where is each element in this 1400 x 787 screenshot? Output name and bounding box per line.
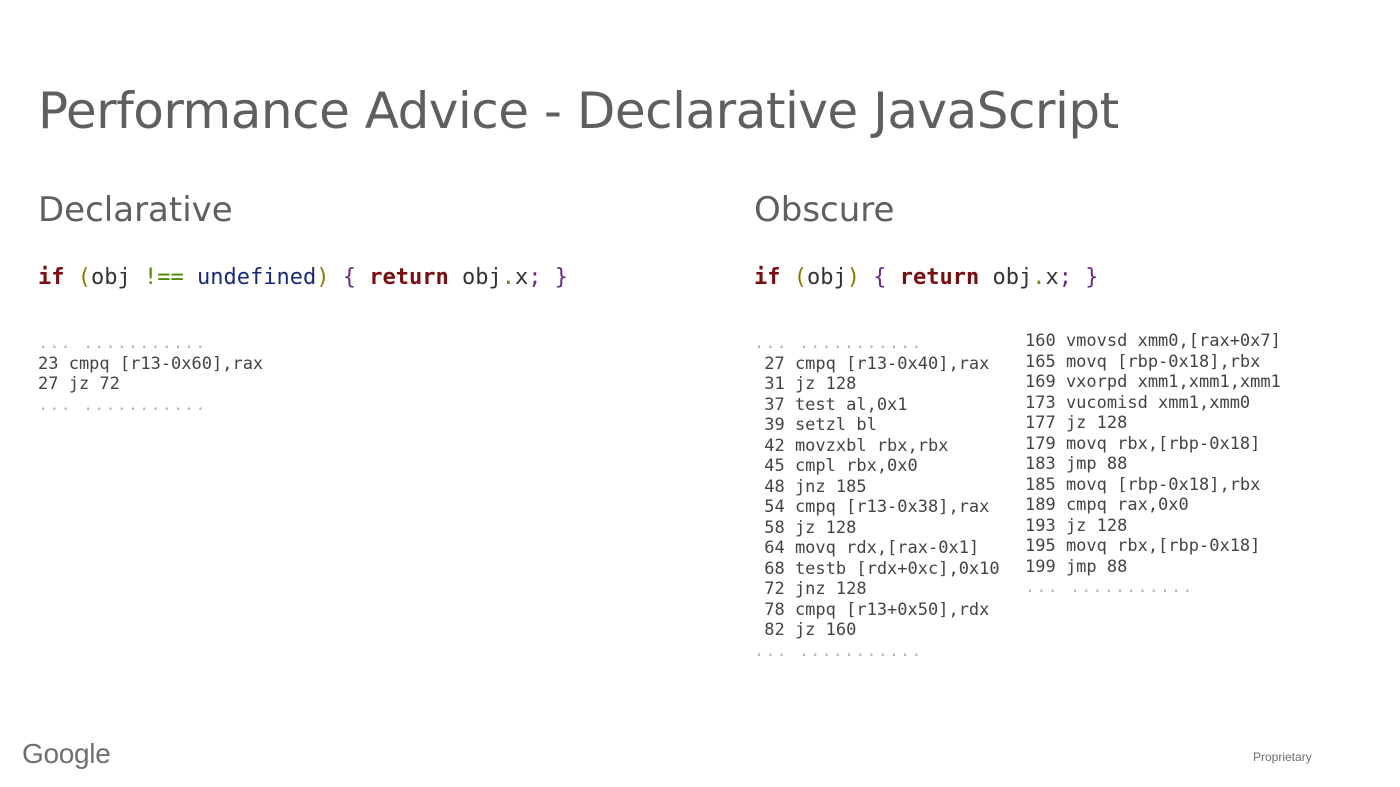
asm-line: 39 setzl bl	[754, 415, 877, 435]
slide-title: Performance Advice - Declarative JavaScr…	[38, 82, 1119, 140]
asm-line: 68 testb [rdx+0xc],0x10	[754, 558, 1000, 579]
asm-line: 173 vucomisd xmm1,xmm0	[1025, 392, 1251, 413]
code-brace: }	[554, 265, 568, 290]
asm-line: 165 movq [rbp-0x18],rbx	[1025, 351, 1261, 372]
asm-line: 64 movq rdx,[rax-0x1]	[754, 538, 980, 558]
asm-line: 37 test al,0x1	[754, 394, 908, 415]
code-identifier: obj	[807, 265, 847, 290]
code-keyword-return: return	[899, 265, 980, 290]
asm-line: 189 cmpq rax,0x0	[1025, 495, 1189, 515]
code-semicolon: ;	[528, 265, 542, 290]
declarative-heading: Declarative	[38, 190, 233, 230]
asm-line: 82 jz 160	[754, 620, 857, 640]
code-paren: )	[846, 265, 860, 290]
asm-line: 31 jz 128	[754, 374, 857, 394]
asm-line: 177 jz 128	[1025, 413, 1128, 433]
asm-line: 48 jnz 185	[754, 476, 867, 497]
asm-line: 23 cmpq [r13-0x60],rax	[38, 353, 264, 374]
obscure-code-line: if (obj) { return obj.x; }	[754, 265, 1098, 290]
asm-line: 78 cmpq [r13+0x50],rdx	[754, 599, 990, 620]
asm-line: 27 jz 72	[38, 374, 120, 394]
code-brace: {	[873, 265, 887, 290]
asm-line: 195 movq rbx,[rbp-0x18]	[1025, 536, 1261, 556]
code-literal: undefined	[197, 265, 317, 290]
obscure-asm-listing-col1: ... ........... 27 cmpq [r13-0x40],rax 3…	[754, 333, 1000, 661]
asm-line: 42 movzxbl rbx,rbx	[754, 435, 949, 456]
code-paren: )	[316, 265, 330, 290]
declarative-asm-listing: ... ........... 23 cmpq [r13-0x60],rax 27 …	[38, 333, 263, 415]
code-property: x	[514, 265, 529, 290]
asm-line: 199 jmp 88	[1025, 556, 1128, 577]
code-keyword-return: return	[369, 265, 449, 290]
asm-line: ... ...........	[38, 394, 207, 415]
declarative-code-line: if (obj !== undefined) { return obj.x; }	[38, 265, 568, 290]
code-paren: (	[77, 265, 91, 290]
asm-line: ... ...........	[1025, 577, 1194, 597]
code-semicolon: ;	[1058, 265, 1072, 290]
obscure-heading: Obscure	[754, 190, 895, 230]
asm-line: ... ...........	[754, 640, 923, 661]
asm-line: 58 jz 128	[754, 517, 857, 538]
proprietary-label: Proprietary	[1253, 750, 1312, 764]
asm-line: 193 jz 128	[1025, 515, 1128, 536]
code-brace: {	[342, 265, 356, 290]
code-property: x	[1045, 265, 1059, 290]
code-dot: .	[1032, 265, 1046, 290]
asm-line: 169 vxorpd xmm1,xmm1,xmm1	[1025, 372, 1281, 392]
asm-line: 183 jmp 88	[1025, 454, 1128, 474]
obscure-asm-listing-col2: 160 vmovsd xmm0,[rax+0x7] 165 movq [rbp-0…	[1025, 331, 1281, 598]
google-logo: Google	[22, 738, 111, 769]
asm-line: ... ...........	[754, 333, 923, 353]
asm-line: 179 movq rbx,[rbp-0x18]	[1025, 433, 1261, 454]
asm-line: 72 jnz 128	[754, 579, 867, 599]
asm-line: 27 cmpq [r13-0x40],rax	[754, 353, 990, 374]
code-dot: .	[501, 265, 515, 290]
code-brace: }	[1085, 265, 1099, 290]
code-identifier: obj	[461, 265, 502, 290]
asm-line: ... ...........	[38, 333, 207, 353]
code-identifier: obj	[992, 265, 1033, 290]
asm-line: 160 vmovsd xmm0,[rax+0x7]	[1025, 331, 1281, 351]
code-identifier: obj	[91, 265, 131, 290]
asm-line: 54 cmpq [r13-0x38],rax	[754, 497, 990, 517]
code-paren: (	[793, 265, 807, 290]
code-keyword-if: if	[754, 265, 781, 290]
code-operator: !==	[144, 265, 184, 290]
asm-line: 185 movq [rbp-0x18],rbx	[1025, 474, 1261, 495]
code-keyword-if: if	[38, 265, 65, 290]
asm-line: 45 cmpl rbx,0x0	[754, 456, 918, 476]
